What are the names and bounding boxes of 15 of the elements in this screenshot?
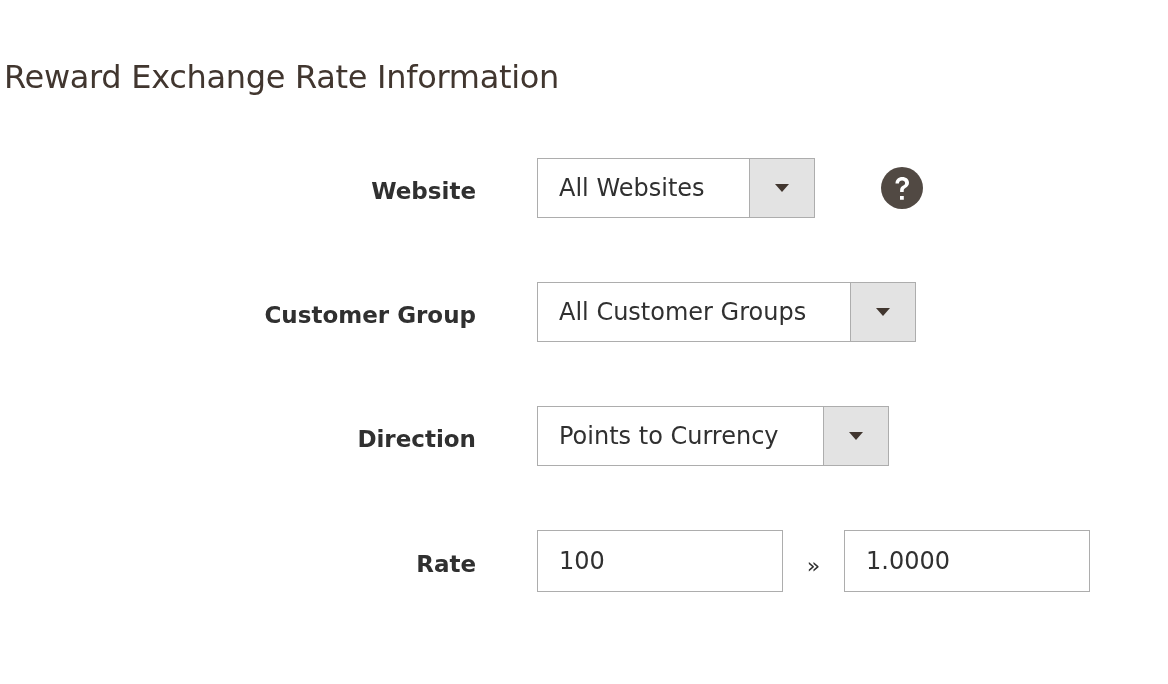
caret-icon [774, 184, 789, 192]
separator: » [805, 551, 822, 578]
caret-icon [876, 308, 891, 316]
field-label: Website [371, 177, 476, 204]
input-field[interactable]: 1.0000 [844, 530, 1090, 592]
select-field[interactable]: All Websites [537, 158, 815, 218]
field-label: Customer Group [264, 301, 476, 328]
select-field[interactable]: Points to Currency [537, 406, 889, 466]
caret-icon [848, 432, 863, 440]
select-field[interactable]: All Customer Groups [537, 282, 917, 342]
section-title: Reward Exchange Rate Information [4, 58, 561, 96]
input-field[interactable]: 100 [537, 530, 783, 592]
field-label: Rate [416, 550, 476, 577]
field-label: Direction [357, 425, 476, 452]
help-icon[interactable] [880, 167, 923, 209]
